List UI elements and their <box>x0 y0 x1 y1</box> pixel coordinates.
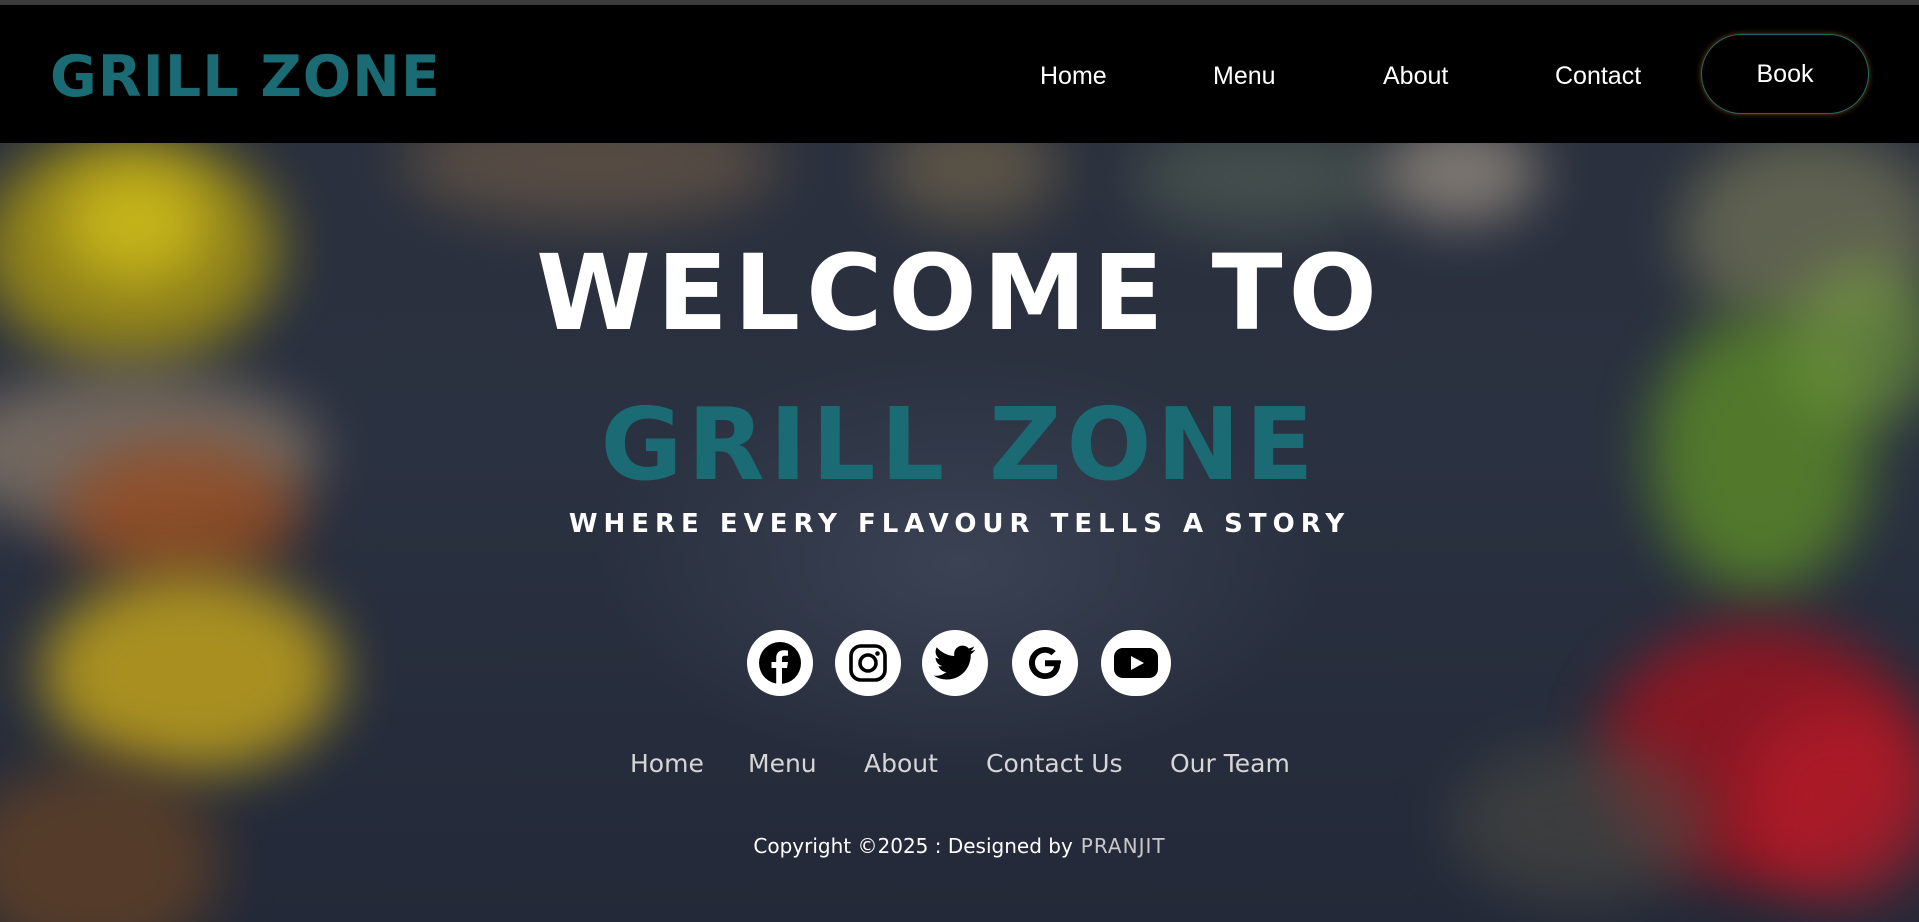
facebook-icon[interactable] <box>747 630 813 696</box>
hero-tagline: WHERE EVERY FLAVOUR TELLS A STORY <box>568 509 1351 539</box>
footer-home-link[interactable]: Home <box>630 746 704 782</box>
book-button[interactable]: Book <box>1701 34 1869 114</box>
nav-about-link[interactable]: About <box>1383 58 1448 94</box>
designer-link[interactable]: PRANJIT <box>1081 834 1166 858</box>
hero-welcome-heading: WELCOME TO <box>536 232 1383 354</box>
social-links <box>0 630 1919 696</box>
hero-brand-heading: GRILL ZONE <box>600 386 1319 503</box>
hero-section: WELCOME TO GRILL ZONE WHERE EVERY FLAVOU… <box>0 143 1919 922</box>
copyright-text: Copyright ©2025 : Designed by <box>753 834 1073 858</box>
google-icon[interactable] <box>1012 630 1078 696</box>
youtube-icon[interactable] <box>1101 630 1171 696</box>
twitter-icon[interactable] <box>922 630 988 696</box>
footer-team-link[interactable]: Our Team <box>1170 746 1290 782</box>
footer-menu-link[interactable]: Menu <box>748 746 817 782</box>
footer-about-link[interactable]: About <box>864 746 938 782</box>
nav-home-link[interactable]: Home <box>1040 58 1107 94</box>
copyright-notice: Copyright ©2025 : Designed by PRANJIT <box>0 831 1919 861</box>
footer-contact-link[interactable]: Contact Us <box>986 746 1123 782</box>
instagram-icon[interactable] <box>835 630 901 696</box>
navbar: GRILL ZONE Home Menu About Contact Book <box>0 5 1919 143</box>
nav-contact-link[interactable]: Contact <box>1555 58 1641 94</box>
nav-menu-link[interactable]: Menu <box>1213 58 1276 94</box>
site-logo[interactable]: GRILL ZONE <box>50 41 441 113</box>
